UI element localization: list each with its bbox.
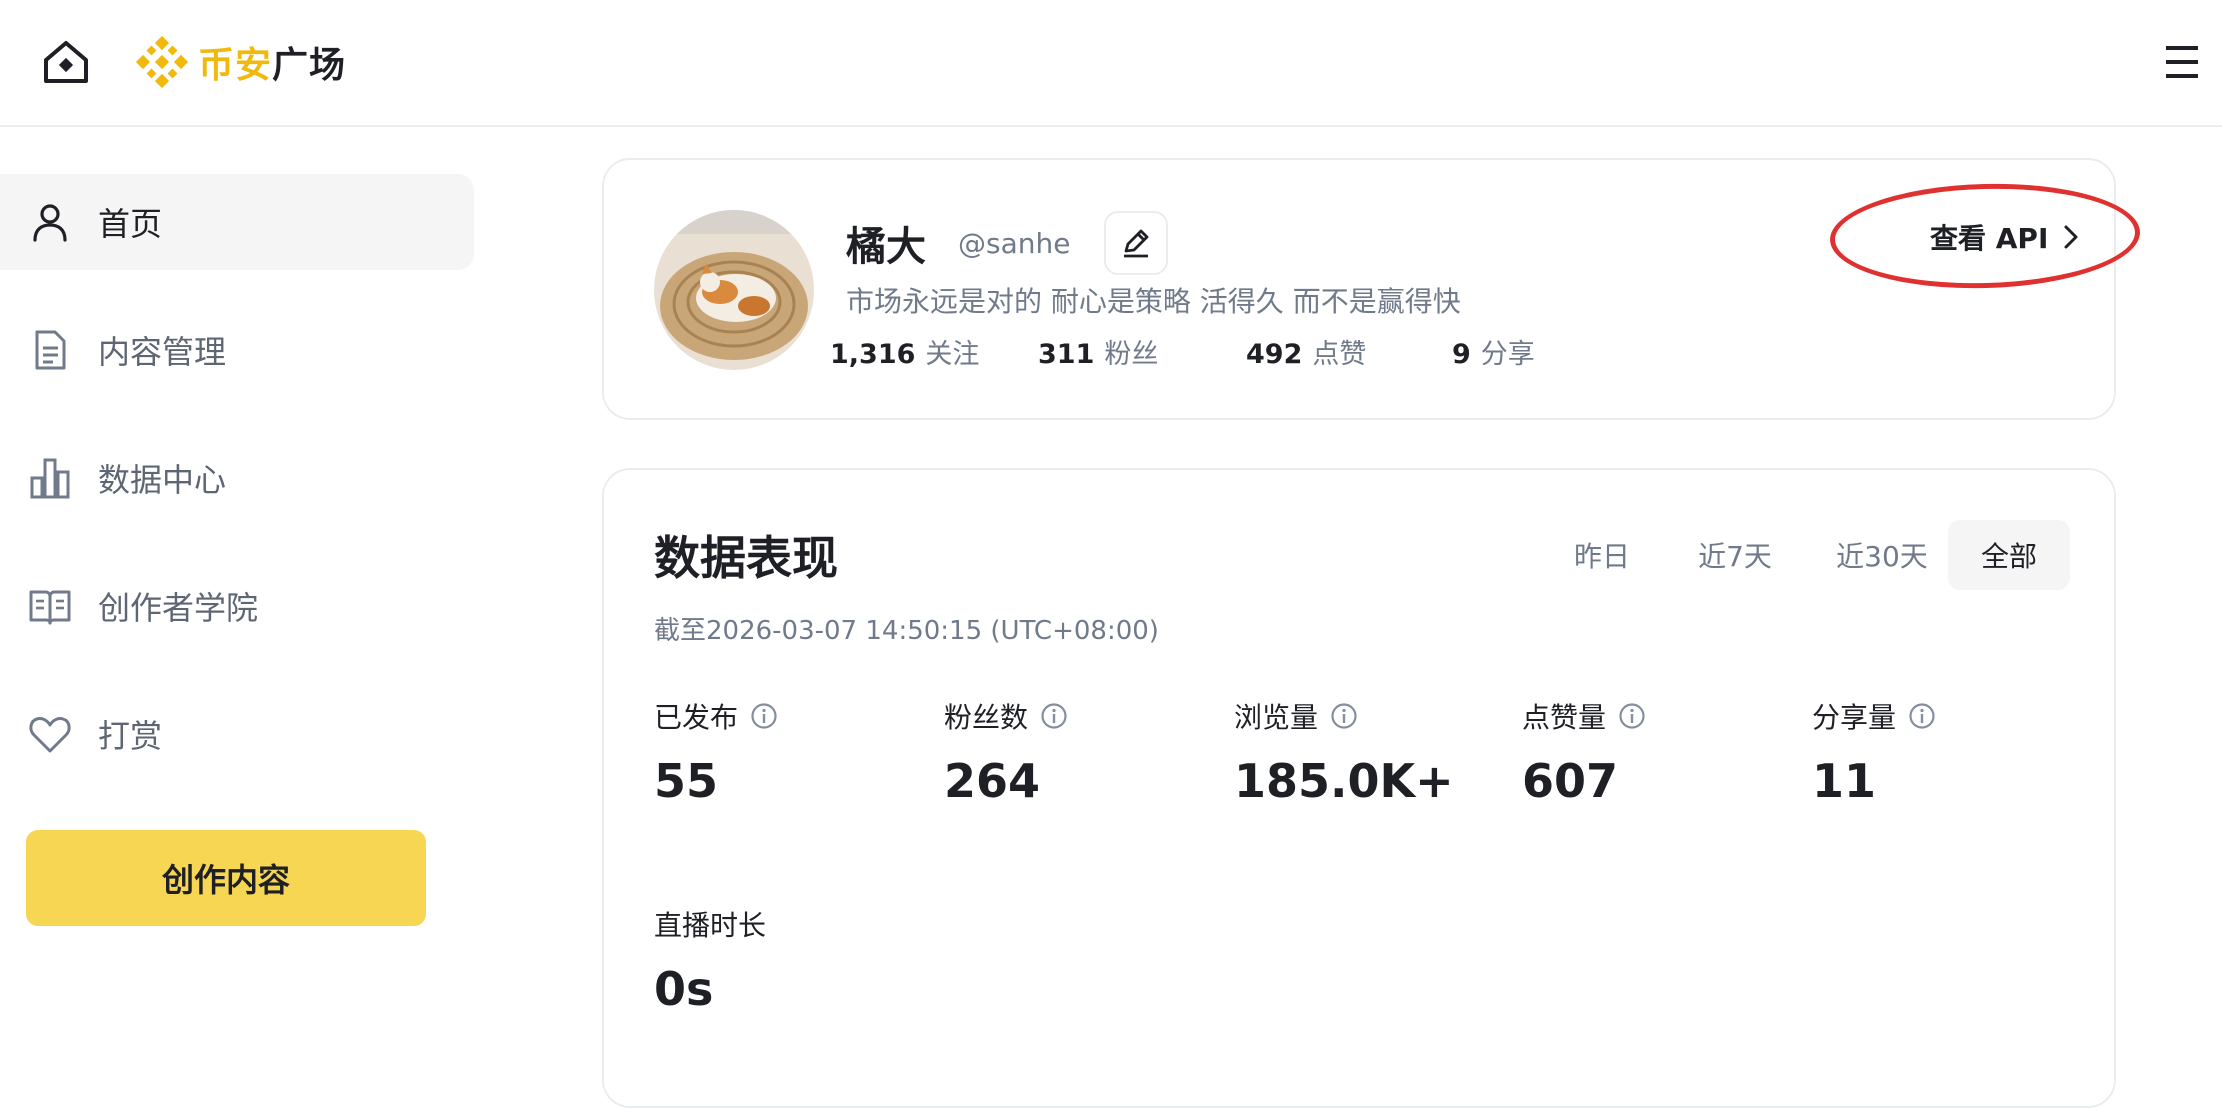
sidebar: 首页 内容管理 数据中心 创作者学院 打赏 创作内容 — [0, 128, 480, 1088]
info-icon[interactable] — [1618, 702, 1646, 730]
view-api-label: 查看 API — [1930, 222, 2049, 255]
sidebar-item-content-management[interactable]: 内容管理 — [0, 302, 474, 398]
metric-value: 0s — [654, 962, 714, 1016]
metric-published: 已发布 55 — [654, 696, 778, 808]
metric-value: 607 — [1522, 754, 1619, 808]
metric-label: 已发布 — [654, 701, 739, 734]
performance-card: 数据表现 昨日 近7天 近30天 全部 截至2026-03-07 14:50:1… — [602, 468, 2116, 1108]
metric-shares: 分享量 11 — [1812, 696, 1936, 808]
info-icon[interactable] — [1040, 702, 1068, 730]
metric-label: 直播时长 — [654, 909, 767, 942]
logo-text: 币安广场 — [198, 45, 347, 86]
sidebar-item-creator-academy[interactable]: 创作者学院 — [0, 558, 474, 654]
view-api-link[interactable]: 查看 API — [1930, 212, 2082, 262]
metric-value: 55 — [654, 754, 719, 808]
pencil-icon — [1124, 229, 1149, 258]
bar-chart-icon — [30, 458, 70, 499]
profile-card: 橘大 @sanhe 市场永远是对的 耐心是策略 活得久 而不是赢得快 1,316… — [602, 158, 2142, 420]
metric-likes: 点赞量 607 — [1522, 696, 1646, 808]
tab-7-days[interactable]: 近7天 — [1674, 520, 1796, 590]
time-range-tabs: 昨日 近7天 近30天 全部 — [604, 520, 2114, 590]
info-icon[interactable] — [1330, 702, 1358, 730]
document-icon — [35, 330, 66, 370]
metric-value: 264 — [944, 754, 1041, 808]
metric-label: 点赞量 — [1522, 701, 1607, 734]
binance-logo-icon — [135, 35, 189, 89]
metric-followers: 粉丝数 264 — [944, 696, 1068, 808]
heart-icon — [29, 717, 71, 753]
likes-stat: 492 点赞 — [1246, 339, 1367, 370]
tab-all[interactable]: 全部 — [1948, 520, 2070, 590]
home-icon[interactable] — [40, 38, 92, 86]
sidebar-item-data-center[interactable]: 数据中心 — [0, 430, 474, 526]
sidebar-item-home[interactable]: 首页 — [0, 174, 474, 270]
person-icon — [33, 204, 67, 242]
sidebar-item-label: 数据中心 — [98, 461, 227, 499]
edit-profile-button[interactable] — [1104, 211, 1169, 275]
metric-label: 浏览量 — [1234, 701, 1319, 734]
metric-value: 185.0K+ — [1234, 754, 1454, 808]
book-icon — [29, 590, 71, 625]
create-content-button[interactable]: 创作内容 — [26, 830, 426, 926]
profile-name-row: 橘大 @sanhe — [846, 210, 1169, 276]
chevron-right-icon — [2064, 225, 2078, 249]
info-icon[interactable] — [750, 702, 778, 730]
metric-value: 11 — [1812, 754, 1877, 808]
metric-views: 浏览量 185.0K+ — [1234, 696, 1454, 808]
profile-handle: @sanhe — [958, 226, 1071, 260]
top-header: 币安广场 — [0, 0, 2222, 127]
info-icon[interactable] — [1908, 702, 1936, 730]
as-of-timestamp: 截至2026-03-07 14:50:15 (UTC+08:00) — [654, 616, 1159, 646]
profile-bio: 市场永远是对的 耐心是策略 活得久 而不是赢得快 — [846, 285, 1461, 318]
sidebar-item-label: 内容管理 — [98, 333, 227, 371]
metric-label: 粉丝数 — [944, 701, 1029, 734]
avatar[interactable] — [654, 210, 814, 370]
tab-yesterday[interactable]: 昨日 — [1548, 520, 1656, 590]
hamburger-menu-icon[interactable] — [2164, 42, 2200, 82]
sidebar-item-tip[interactable]: 打赏 — [0, 686, 474, 782]
profile-name: 橘大 — [846, 224, 926, 270]
sidebar-item-label: 打赏 — [98, 717, 163, 755]
shares-stat: 9 分享 — [1452, 339, 1535, 370]
metric-label: 分享量 — [1812, 701, 1897, 734]
binance-square-logo[interactable]: 币安广场 — [134, 34, 346, 90]
sidebar-item-label: 首页 — [98, 205, 163, 243]
sidebar-item-label: 创作者学院 — [98, 589, 259, 627]
following-stat[interactable]: 1,316 关注 — [830, 332, 979, 371]
followers-stat[interactable]: 311 粉丝 — [1038, 332, 1158, 371]
tab-30-days[interactable]: 近30天 — [1812, 520, 1952, 590]
metric-live-duration: 直播时长 0s — [654, 904, 766, 1016]
